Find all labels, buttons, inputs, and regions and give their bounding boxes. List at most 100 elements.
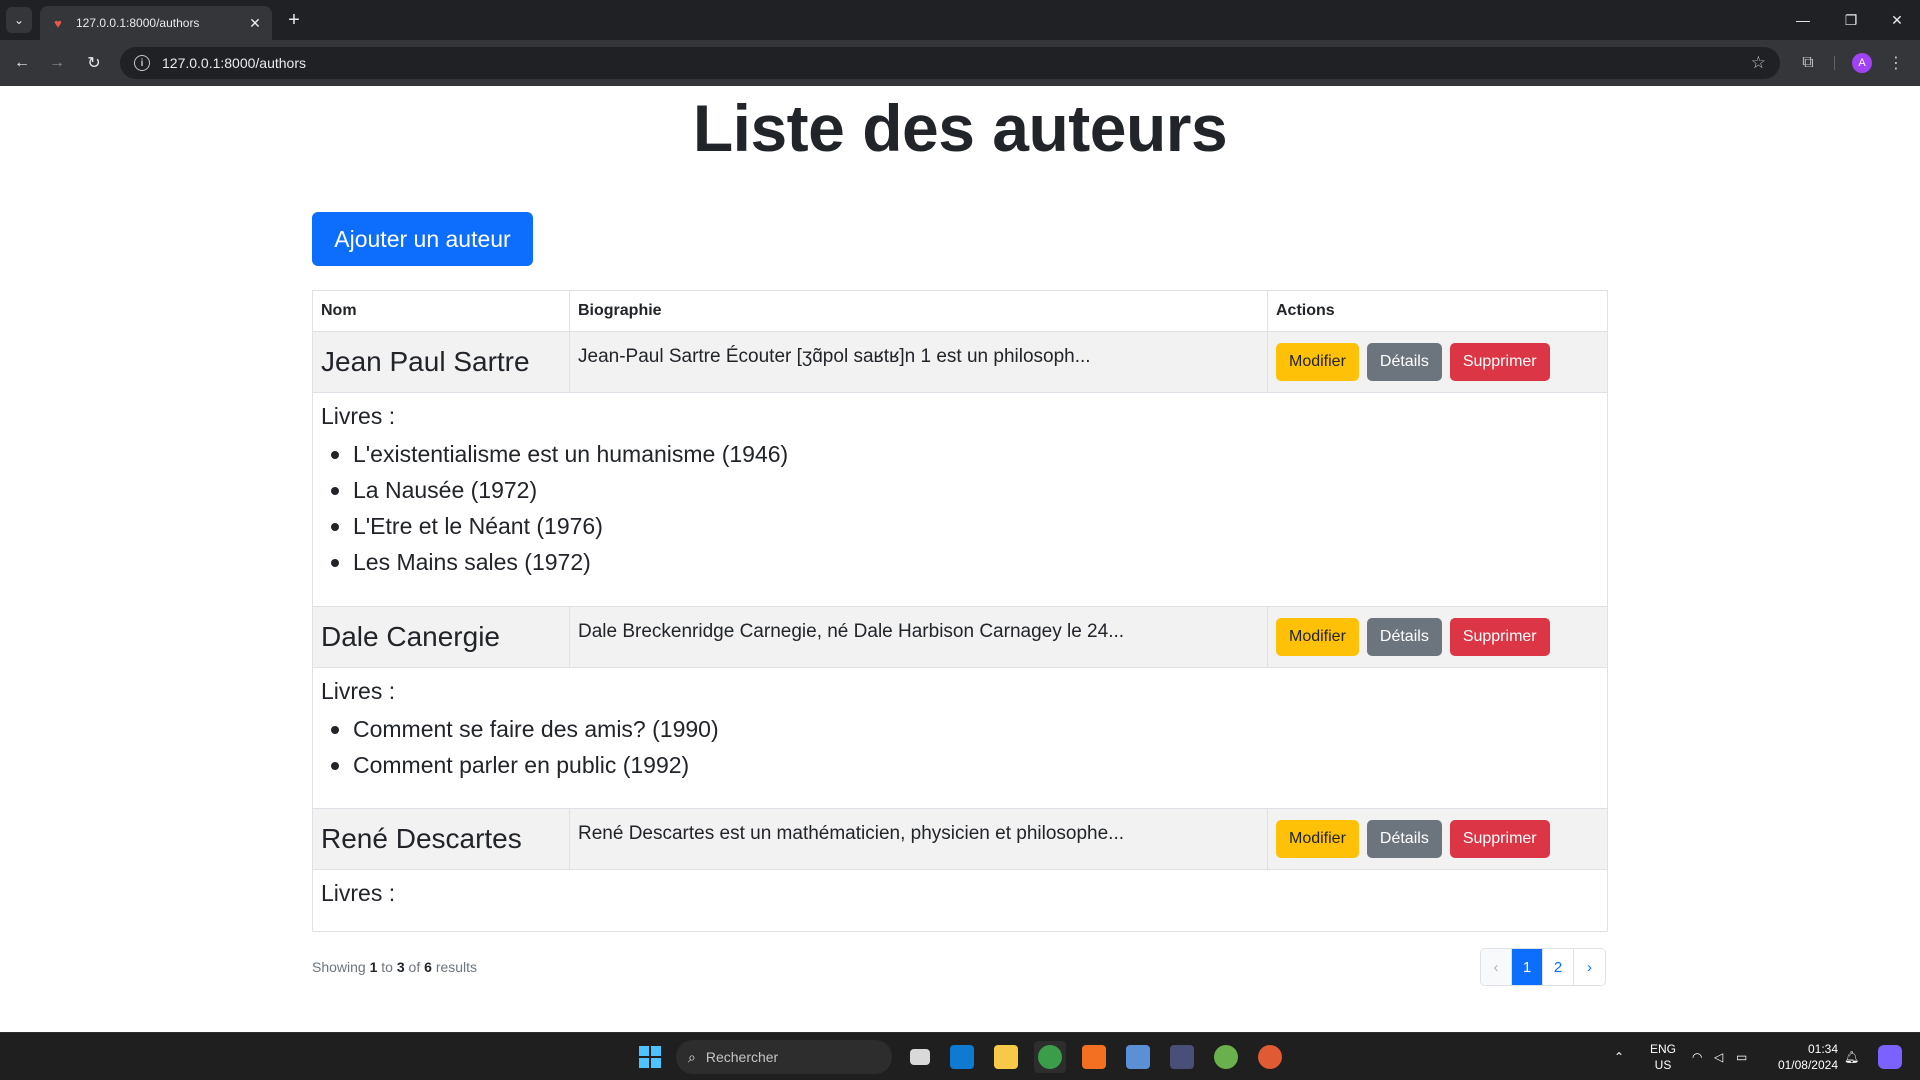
- back-arrow-icon[interactable]: ←: [10, 51, 34, 75]
- author-bio: Jean-Paul Sartre Écouter [ʒɑ̃pol saʁtʁ]n…: [570, 332, 1268, 392]
- header-nom: Nom: [313, 291, 570, 331]
- table-header-row: Nom Biographie Actions: [313, 291, 1607, 331]
- browser-tab[interactable]: ♥ 127.0.0.1:8000/authors ✕: [40, 6, 272, 40]
- author-bio: René Descartes est un mathématicien, phy…: [570, 809, 1268, 869]
- books-list: Comment se faire des amis? (1990) Commen…: [321, 711, 1599, 783]
- table-row: Jean Paul Sartre Jean-Paul Sartre Écoute…: [313, 331, 1607, 392]
- system-clock[interactable]: 01:34 01/08/2024: [1778, 1041, 1838, 1073]
- authors-table: Nom Biographie Actions Jean Paul Sartre …: [312, 290, 1608, 932]
- delete-button[interactable]: Supprimer: [1449, 343, 1550, 381]
- books-label: Livres :: [321, 403, 396, 429]
- reload-icon[interactable]: ↻: [82, 51, 106, 75]
- tab-title: 127.0.0.1:8000/authors: [76, 16, 200, 30]
- media-player-icon[interactable]: [1254, 1041, 1286, 1073]
- clock-time: 01:34: [1807, 1042, 1838, 1056]
- browser-tab-bar: ⌄ ♥ 127.0.0.1:8000/authors ✕ + — ❐ ✕: [0, 0, 1920, 40]
- taskbar-search[interactable]: ⌕ Rechercher: [676, 1040, 892, 1074]
- list-item: Comment se faire des amis? (1990): [321, 711, 1599, 747]
- actions-cell: Modifier Détails Supprimer: [1268, 332, 1607, 392]
- tray-chevron-icon[interactable]: ⌃: [1614, 1033, 1624, 1080]
- range-from: 1: [369, 959, 378, 975]
- monitor-app-icon[interactable]: [1122, 1041, 1154, 1073]
- task-view-icon[interactable]: [904, 1041, 936, 1073]
- page-title: Liste des auteurs: [692, 91, 1228, 165]
- bookmark-star-icon[interactable]: ☆: [1751, 53, 1766, 73]
- next-page-icon[interactable]: ›: [1574, 949, 1605, 985]
- extensions-puzzle-icon[interactable]: ⧉: [1796, 51, 1820, 75]
- books-list: L'existentialisme est un humanisme (1946…: [321, 436, 1599, 580]
- kebab-menu-icon[interactable]: ⋮: [1886, 51, 1906, 75]
- showing-word: Showing: [312, 959, 366, 975]
- books-label: Livres :: [321, 880, 396, 906]
- battery-icon[interactable]: ▭: [1736, 1033, 1747, 1080]
- lang-line2: US: [1654, 1058, 1672, 1072]
- header-biographie: Biographie: [570, 291, 1268, 331]
- xampp-icon[interactable]: [1078, 1041, 1110, 1073]
- list-item: L'existentialisme est un humanisme (1946…: [321, 436, 1599, 472]
- address-bar[interactable]: i 127.0.0.1:8000/authors ☆: [120, 47, 1780, 79]
- windows-start-icon[interactable]: [634, 1041, 666, 1073]
- page-content: Liste des auteurs Ajouter un auteur Nom …: [0, 86, 1920, 1032]
- author-name: Dale Canergie: [313, 607, 570, 667]
- language-indicator[interactable]: ENG US: [1650, 1041, 1676, 1073]
- recycle-app-icon[interactable]: [1210, 1041, 1242, 1073]
- pagination-info: Showing 1 to 3 of 6 results: [312, 959, 477, 975]
- author-name: Jean Paul Sartre: [313, 332, 570, 392]
- vscode-icon[interactable]: [946, 1041, 978, 1073]
- details-button[interactable]: Détails: [1366, 820, 1442, 858]
- app-window-icon[interactable]: [1166, 1041, 1198, 1073]
- results-total: 6: [424, 959, 432, 975]
- file-explorer-icon[interactable]: [990, 1041, 1022, 1073]
- copilot-icon[interactable]: [1878, 1033, 1902, 1080]
- edit-button[interactable]: Modifier: [1276, 820, 1359, 858]
- search-icon: ⌕: [688, 1048, 696, 1065]
- url-text[interactable]: 127.0.0.1:8000/authors: [162, 55, 1751, 71]
- header-actions: Actions: [1276, 302, 1335, 319]
- table-row: Dale Canergie Dale Breckenridge Carnegie…: [313, 606, 1607, 667]
- site-info-icon[interactable]: i: [134, 55, 150, 71]
- close-window-icon[interactable]: ✕: [1882, 8, 1912, 32]
- new-tab-icon[interactable]: +: [282, 8, 306, 32]
- notification-bell-icon[interactable]: 🔔︎: [1844, 1033, 1859, 1080]
- table-row: René Descartes René Descartes est un mat…: [313, 808, 1607, 869]
- to-word: to: [381, 959, 393, 975]
- list-item: La Nausée (1972): [321, 472, 1599, 508]
- actions-cell: Modifier Détails Supprimer: [1268, 809, 1607, 869]
- tab-search-chevron-icon[interactable]: ⌄: [6, 7, 32, 33]
- wifi-icon[interactable]: ◠: [1692, 1033, 1702, 1080]
- list-item: Les Mains sales (1972): [321, 544, 1599, 580]
- details-button[interactable]: Détails: [1366, 343, 1442, 381]
- pagination: ‹ 1 2 ›: [1480, 948, 1606, 986]
- add-author-button[interactable]: Ajouter un auteur: [312, 212, 533, 266]
- search-placeholder: Rechercher: [705, 1049, 779, 1065]
- lang-line1: ENG: [1650, 1042, 1677, 1056]
- minimize-icon[interactable]: —: [1788, 8, 1818, 32]
- volume-icon[interactable]: ◁: [1714, 1033, 1723, 1080]
- of-word: of: [408, 959, 421, 975]
- prev-page-icon: ‹: [1481, 949, 1512, 985]
- author-bio: Dale Breckenridge Carnegie, né Dale Harb…: [570, 607, 1268, 667]
- list-item: L'Etre et le Néant (1976): [321, 508, 1599, 544]
- author-name: René Descartes: [313, 809, 570, 869]
- edit-button[interactable]: Modifier: [1276, 618, 1359, 656]
- laravel-favicon-icon: ♥: [54, 15, 62, 31]
- chrome-icon[interactable]: [1034, 1041, 1066, 1073]
- browser-toolbar: ← → ↻ i 127.0.0.1:8000/authors ☆ ⧉ A ⋮: [0, 40, 1920, 86]
- details-button[interactable]: Détails: [1366, 618, 1442, 656]
- forward-arrow-icon[interactable]: →: [45, 51, 69, 75]
- edit-button[interactable]: Modifier: [1276, 343, 1359, 381]
- delete-button[interactable]: Supprimer: [1449, 820, 1550, 858]
- actions-cell: Modifier Détails Supprimer: [1268, 607, 1607, 667]
- list-item: Comment parler en public (1992): [321, 747, 1599, 783]
- tab-close-icon[interactable]: ✕: [246, 15, 264, 32]
- restore-icon[interactable]: ❐: [1836, 8, 1866, 32]
- page-2-button[interactable]: 2: [1543, 949, 1574, 985]
- delete-button[interactable]: Supprimer: [1449, 618, 1550, 656]
- books-row: Livres : Comment se faire des amis? (199…: [313, 667, 1607, 808]
- page-1-button[interactable]: 1: [1512, 949, 1543, 985]
- books-row: Livres : L'existentialisme est un humani…: [313, 392, 1607, 606]
- taskbar: ⌕ Rechercher ⌃ ENG US ◠ ◁ ▭ 01:34 01/08/…: [0, 1032, 1920, 1080]
- toolbar-divider: [1834, 56, 1835, 70]
- profile-avatar[interactable]: A: [1852, 53, 1872, 73]
- range-to: 3: [396, 959, 405, 975]
